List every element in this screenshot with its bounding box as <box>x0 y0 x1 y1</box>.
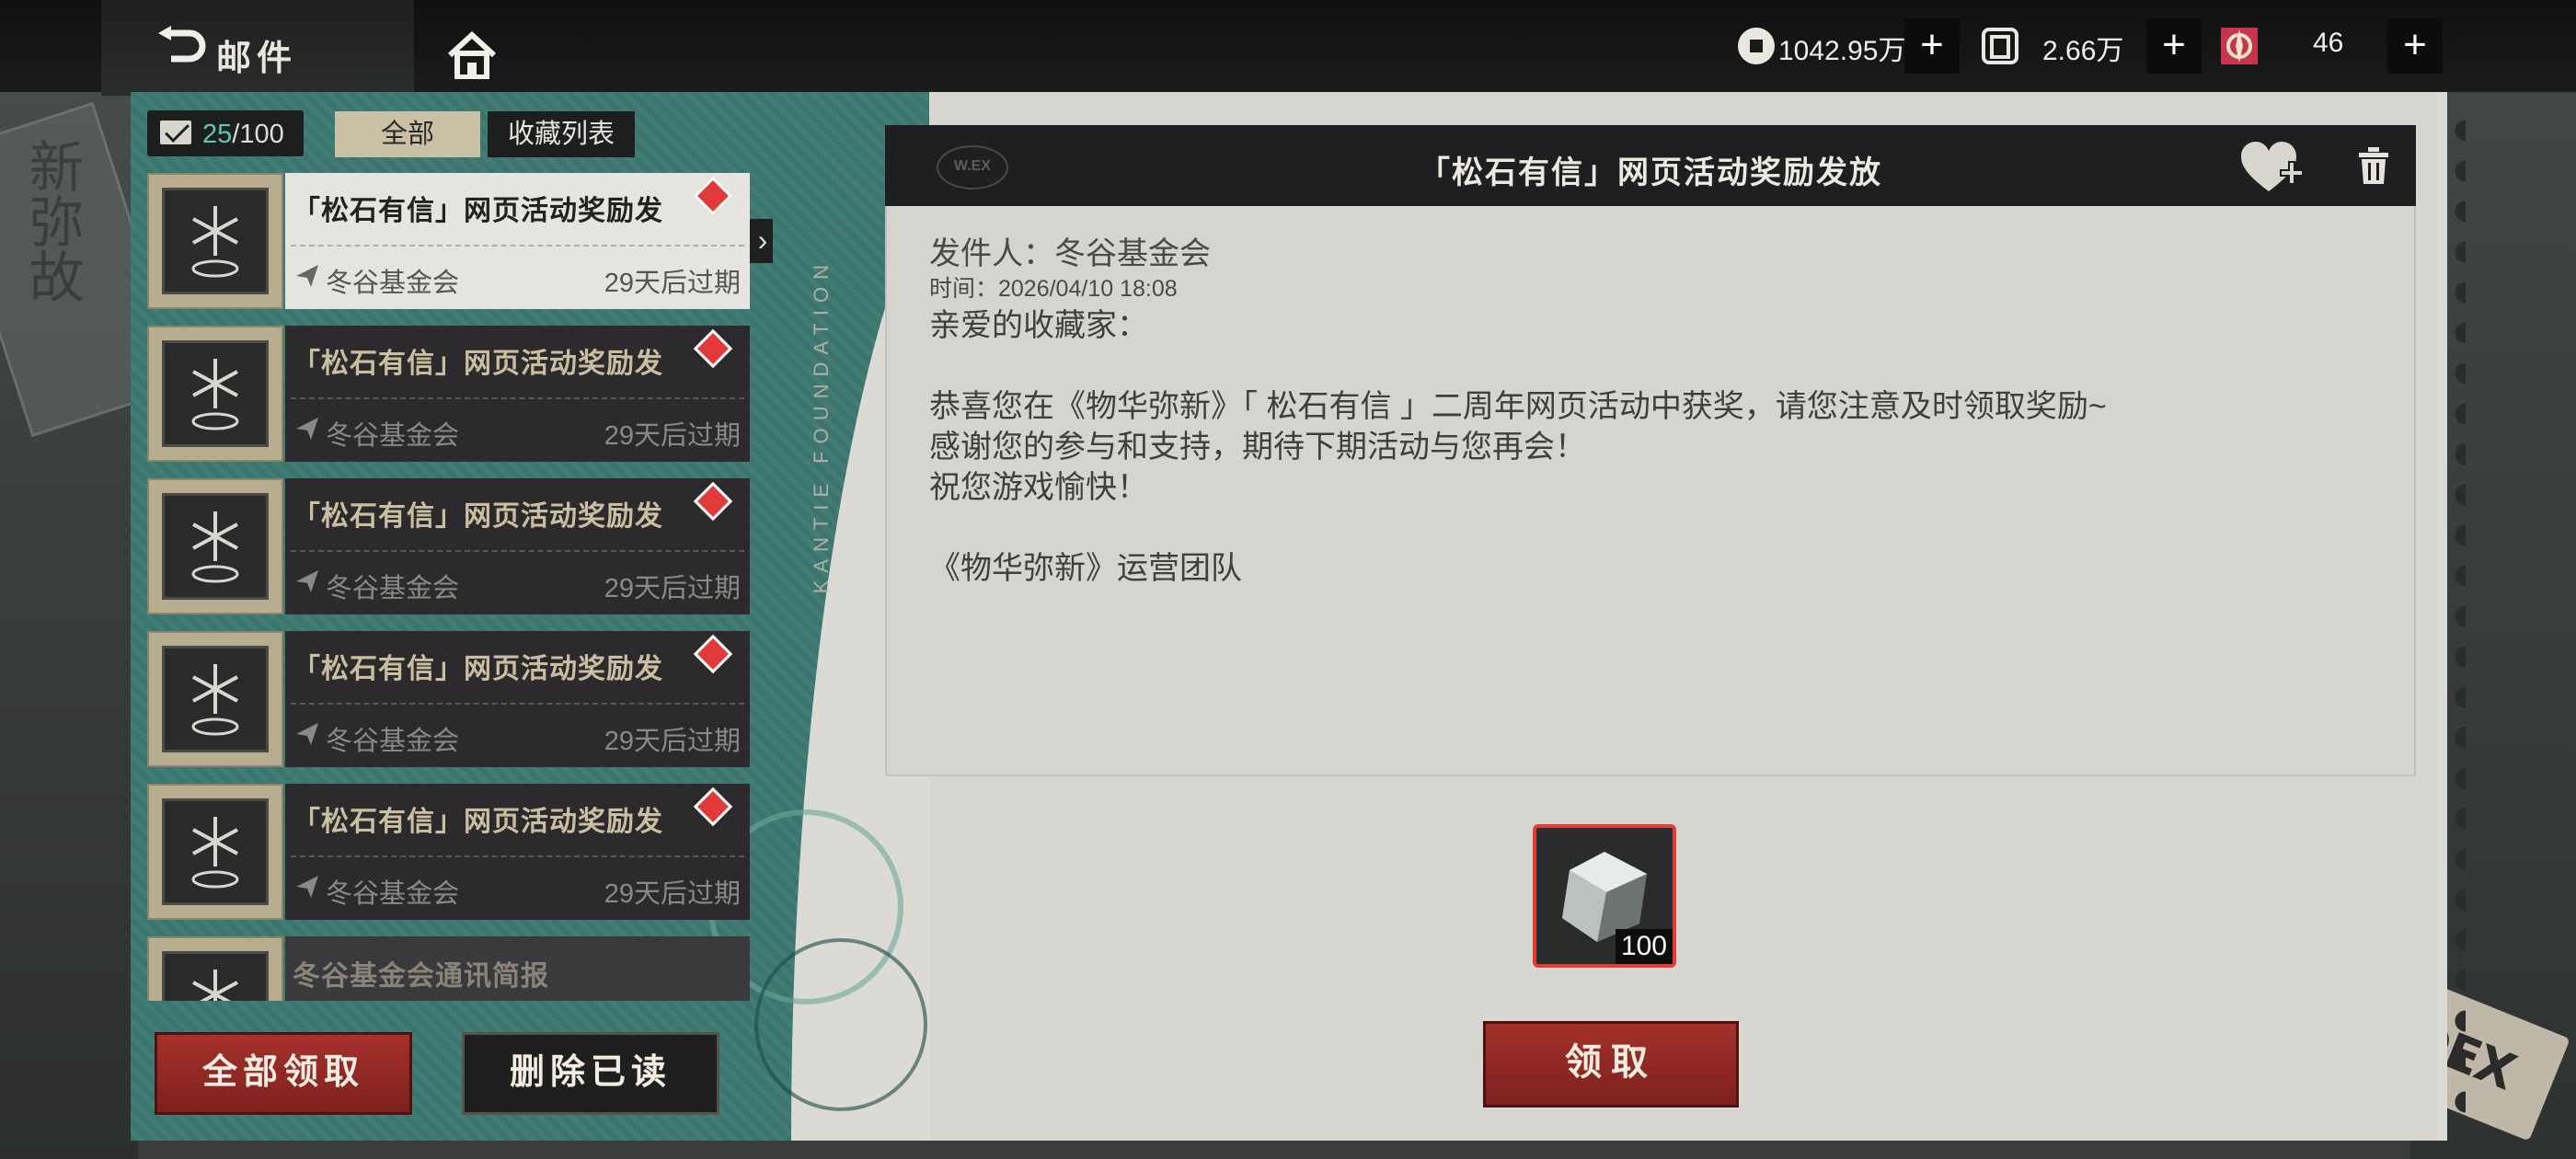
mail-detail-title: 「松石有信」网页活动奖励发放 <box>1419 155 1882 191</box>
mail-thumbnail <box>147 936 283 1001</box>
mail-sender: 冬谷基金会 <box>326 269 460 298</box>
send-icon <box>296 723 318 745</box>
snowflake-icon <box>191 817 239 889</box>
reward-item[interactable]: 100 <box>1533 824 1676 968</box>
mail-expire: 29天后过期 <box>604 421 741 451</box>
mail-item[interactable]: 冬谷基金会通讯简报 <box>147 936 754 1001</box>
claim-all-button[interactable]: 全部领取 <box>155 1032 412 1115</box>
unread-badge <box>693 328 733 369</box>
coin-add-button[interactable]: + <box>1904 18 1960 74</box>
ticket-add-button[interactable]: + <box>2146 18 2202 74</box>
mail-thumbnail <box>147 326 283 462</box>
mail-sender: 冬谷基金会 <box>326 727 460 756</box>
unread-badge <box>693 176 733 216</box>
foundation-watermark: KANTIE FOUNDATION <box>810 258 833 594</box>
mail-thumbnail <box>147 784 283 920</box>
decor-stamp-2 <box>754 938 927 1111</box>
home-icon[interactable] <box>446 31 498 79</box>
mail-expire: 29天后过期 <box>604 727 741 756</box>
mail-subject: 「松石有信」网页活动奖励发 <box>293 195 663 227</box>
reward-quantity: 100 <box>1615 929 1673 964</box>
message-line: 亲爱的收藏家： <box>929 308 1148 343</box>
message-line <box>929 346 2107 386</box>
message-line: 《物华弥新》运营团队 <box>929 551 1242 586</box>
ticket-value: 2.66万 <box>2042 36 2124 66</box>
mail-sender: 冬谷基金会 <box>326 879 460 909</box>
unread-badge <box>693 481 733 522</box>
snowflake-icon <box>191 511 239 583</box>
coin-value: 1042.95万 <box>1778 36 1906 66</box>
mail-count-current: 25 <box>202 120 233 149</box>
snowflake-icon <box>192 970 238 1001</box>
claim-button[interactable]: 领取 <box>1483 1021 1739 1107</box>
send-icon <box>296 570 318 592</box>
top-bar: 邮件 1042.95万 + 2.66万 + 46 + <box>0 0 2576 98</box>
crystal-value: 46 <box>2313 28 2344 58</box>
mail-time: 时间：2026/04/10 18:08 <box>929 276 1178 302</box>
mail-subject: 「松石有信」网页活动奖励发 <box>293 806 663 838</box>
mail-subject: 冬谷基金会通讯简报 <box>293 960 549 993</box>
snowflake-icon <box>191 664 239 736</box>
mail-thumbnail <box>147 173 283 309</box>
back-button[interactable]: 邮件 <box>101 0 414 98</box>
page-title: 邮件 <box>216 40 298 78</box>
mail-item[interactable]: 「松石有信」网页活动奖励发 冬谷基金会 29天后过期 <box>147 631 754 767</box>
unread-badge <box>693 786 733 827</box>
favorite-add-icon[interactable] <box>2237 138 2306 197</box>
tab-favorites[interactable]: 收藏列表 <box>488 111 635 157</box>
mail-subject: 「松石有信」网页活动奖励发 <box>293 500 663 533</box>
mail-detail-body: 发件人：冬谷基金会 时间：2026/04/10 18:08 亲爱的收藏家： 恭喜… <box>885 206 2416 776</box>
mail-expire: 29天后过期 <box>604 269 741 298</box>
send-icon <box>296 418 318 440</box>
mail-list: 「松石有信」网页活动奖励发 冬谷基金会 29天后过期 › 「松石有信」网页活动奖… <box>147 173 773 1001</box>
mail-item[interactable]: 「松石有信」网页活动奖励发 冬谷基金会 29天后过期 › <box>147 173 773 309</box>
mail-item[interactable]: 「松石有信」网页活动奖励发 冬谷基金会 29天后过期 <box>147 784 754 920</box>
mail-message: 亲爱的收藏家： 恭喜您在《物华弥新》「 松石有信 」二周年网页活动中获奖，请您注… <box>929 305 2107 589</box>
trash-icon[interactable] <box>2355 145 2392 186</box>
mail-item[interactable]: 「松石有信」网页活动奖励发 冬谷基金会 29天后过期 <box>147 478 754 614</box>
ticket-icon <box>1982 28 2018 64</box>
mail-sender: 冬谷基金会 <box>326 421 460 451</box>
mail-item[interactable]: 「松石有信」网页活动奖励发 冬谷基金会 29天后过期 <box>147 326 754 462</box>
delete-read-button[interactable]: 删除已读 <box>462 1032 719 1115</box>
chevron-right-icon: › <box>750 219 773 263</box>
send-icon <box>296 876 318 898</box>
message-line: 感谢您的参与和支持，期待下期活动与您再会！ <box>929 430 1586 465</box>
mail-thumbnail <box>147 478 283 614</box>
resource-crystal: 46 <box>2217 18 2392 74</box>
back-arrow-icon <box>158 26 206 63</box>
snowflake-icon <box>191 359 239 430</box>
mail-count: 25/100 <box>202 120 284 150</box>
snowflake-icon <box>191 206 239 278</box>
mail-sender: 冬谷基金会 <box>326 574 460 603</box>
coin-icon <box>1738 28 1775 64</box>
mail-expire: 29天后过期 <box>604 574 741 603</box>
unread-badge <box>693 634 733 674</box>
crystal-add-button[interactable]: + <box>2387 18 2443 74</box>
resource-ticket: 2.66万 <box>1978 18 2162 74</box>
envelope-icon <box>160 120 191 144</box>
message-line <box>929 508 2107 548</box>
mail-count-total: /100 <box>232 120 284 149</box>
mail-detail-header: W.EX 「松石有信」网页活动奖励发放 <box>885 125 2416 206</box>
tab-all[interactable]: 全部 <box>335 111 480 157</box>
background-text: 新弥故 <box>19 138 84 304</box>
message-line: 恭喜您在《物华弥新》「 松石有信 」二周年网页活动中获奖，请您注意及时领取奖励~ <box>929 389 2107 424</box>
mail-subject: 「松石有信」网页活动奖励发 <box>293 348 663 380</box>
paper-perforation <box>2444 110 2466 1122</box>
send-icon <box>296 265 318 287</box>
mail-thumbnail <box>147 631 283 767</box>
mail-counter: 25/100 <box>147 110 304 156</box>
crystal-icon <box>2221 28 2258 64</box>
mail-expire: 29天后过期 <box>604 879 741 909</box>
mail-subject: 「松石有信」网页活动奖励发 <box>293 653 663 685</box>
mail-from: 发件人：冬谷基金会 <box>929 236 1211 271</box>
message-line: 祝您游戏愉快！ <box>929 470 1148 505</box>
